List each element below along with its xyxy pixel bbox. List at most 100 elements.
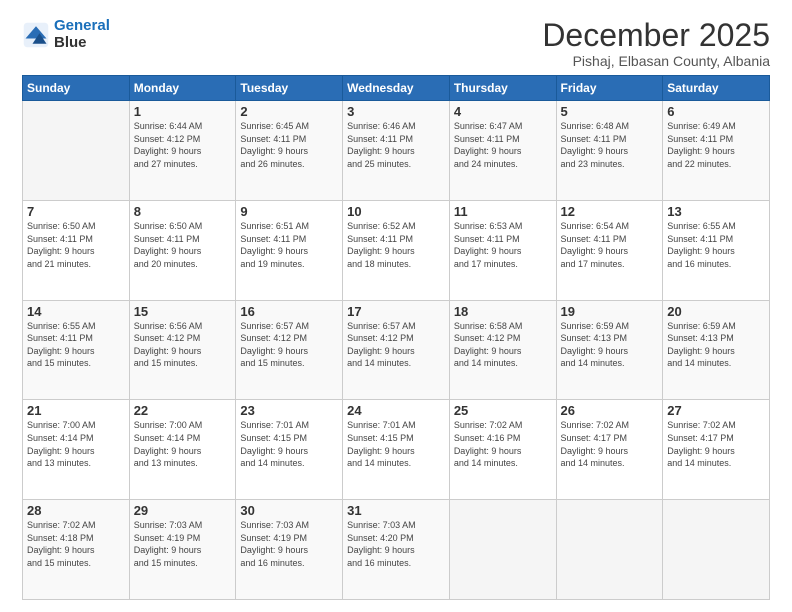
day-number: 24 bbox=[347, 403, 445, 418]
day-info: Sunrise: 6:46 AM Sunset: 4:11 PM Dayligh… bbox=[347, 120, 445, 170]
day-number: 5 bbox=[561, 104, 659, 119]
day-info: Sunrise: 6:59 AM Sunset: 4:13 PM Dayligh… bbox=[561, 320, 659, 370]
day-number: 12 bbox=[561, 204, 659, 219]
weekday-header-cell: Wednesday bbox=[343, 76, 450, 101]
day-number: 17 bbox=[347, 304, 445, 319]
day-info: Sunrise: 6:58 AM Sunset: 4:12 PM Dayligh… bbox=[454, 320, 552, 370]
day-number: 2 bbox=[240, 104, 338, 119]
day-info: Sunrise: 6:47 AM Sunset: 4:11 PM Dayligh… bbox=[454, 120, 552, 170]
weekday-header-cell: Saturday bbox=[663, 76, 770, 101]
calendar-cell: 11Sunrise: 6:53 AM Sunset: 4:11 PM Dayli… bbox=[449, 200, 556, 300]
calendar-cell bbox=[449, 500, 556, 600]
day-info: Sunrise: 6:55 AM Sunset: 4:11 PM Dayligh… bbox=[27, 320, 125, 370]
day-info: Sunrise: 6:51 AM Sunset: 4:11 PM Dayligh… bbox=[240, 220, 338, 270]
calendar-cell: 10Sunrise: 6:52 AM Sunset: 4:11 PM Dayli… bbox=[343, 200, 450, 300]
weekday-header-cell: Tuesday bbox=[236, 76, 343, 101]
day-number: 18 bbox=[454, 304, 552, 319]
day-number: 20 bbox=[667, 304, 765, 319]
logo: General Blue bbox=[22, 18, 110, 51]
calendar-cell: 2Sunrise: 6:45 AM Sunset: 4:11 PM Daylig… bbox=[236, 101, 343, 201]
calendar-cell: 7Sunrise: 6:50 AM Sunset: 4:11 PM Daylig… bbox=[23, 200, 130, 300]
day-info: Sunrise: 6:45 AM Sunset: 4:11 PM Dayligh… bbox=[240, 120, 338, 170]
day-number: 19 bbox=[561, 304, 659, 319]
day-number: 15 bbox=[134, 304, 232, 319]
day-number: 23 bbox=[240, 403, 338, 418]
day-info: Sunrise: 6:59 AM Sunset: 4:13 PM Dayligh… bbox=[667, 320, 765, 370]
weekday-header-row: SundayMondayTuesdayWednesdayThursdayFrid… bbox=[23, 76, 770, 101]
calendar-cell: 9Sunrise: 6:51 AM Sunset: 4:11 PM Daylig… bbox=[236, 200, 343, 300]
day-info: Sunrise: 6:57 AM Sunset: 4:12 PM Dayligh… bbox=[240, 320, 338, 370]
calendar-cell: 12Sunrise: 6:54 AM Sunset: 4:11 PM Dayli… bbox=[556, 200, 663, 300]
weekday-header-cell: Sunday bbox=[23, 76, 130, 101]
day-info: Sunrise: 6:52 AM Sunset: 4:11 PM Dayligh… bbox=[347, 220, 445, 270]
day-number: 3 bbox=[347, 104, 445, 119]
calendar-cell bbox=[556, 500, 663, 600]
calendar-week-row: 28Sunrise: 7:02 AM Sunset: 4:18 PM Dayli… bbox=[23, 500, 770, 600]
calendar-cell: 13Sunrise: 6:55 AM Sunset: 4:11 PM Dayli… bbox=[663, 200, 770, 300]
day-number: 6 bbox=[667, 104, 765, 119]
calendar-cell: 17Sunrise: 6:57 AM Sunset: 4:12 PM Dayli… bbox=[343, 300, 450, 400]
calendar-week-row: 7 Sunrise: 6:50 AM Sunset: 4:11 PM Daylig… bbox=[23, 200, 770, 300]
day-info: Sunrise: 7:02 AM Sunset: 4:16 PM Dayligh… bbox=[454, 419, 552, 469]
day-info: Sunrise: 6:44 AM Sunset: 4:12 PM Dayligh… bbox=[134, 120, 232, 170]
day-number: 29 bbox=[134, 503, 232, 518]
day-info: Sunrise: 7:03 AM Sunset: 4:19 PM Dayligh… bbox=[240, 519, 338, 569]
day-info: Sunrise: 6:57 AM Sunset: 4:12 PM Dayligh… bbox=[347, 320, 445, 370]
calendar-cell: 15Sunrise: 6:56 AM Sunset: 4:12 PM Dayli… bbox=[129, 300, 236, 400]
day-number: 21 bbox=[27, 403, 125, 418]
calendar-cell: 19Sunrise: 6:59 AM Sunset: 4:13 PM Dayli… bbox=[556, 300, 663, 400]
calendar-cell: 25Sunrise: 7:02 AM Sunset: 4:16 PM Dayli… bbox=[449, 400, 556, 500]
calendar-table: SundayMondayTuesdayWednesdayThursdayFrid… bbox=[22, 75, 770, 600]
calendar-cell: 8Sunrise: 6:50 AM Sunset: 4:11 PM Daylig… bbox=[129, 200, 236, 300]
subtitle: Pishaj, Elbasan County, Albania bbox=[542, 53, 770, 69]
calendar-week-row: 21Sunrise: 7:00 AM Sunset: 4:14 PM Dayli… bbox=[23, 400, 770, 500]
day-number: 16 bbox=[240, 304, 338, 319]
weekday-header-cell: Thursday bbox=[449, 76, 556, 101]
day-number: 8 bbox=[134, 204, 232, 219]
calendar-cell: 4Sunrise: 6:47 AM Sunset: 4:11 PM Daylig… bbox=[449, 101, 556, 201]
day-number: 11 bbox=[454, 204, 552, 219]
day-info: Sunrise: 7:00 AM Sunset: 4:14 PM Dayligh… bbox=[134, 419, 232, 469]
day-info: Sunrise: 6:48 AM Sunset: 4:11 PM Dayligh… bbox=[561, 120, 659, 170]
calendar-cell: 29Sunrise: 7:03 AM Sunset: 4:19 PM Dayli… bbox=[129, 500, 236, 600]
weekday-header-cell: Friday bbox=[556, 76, 663, 101]
day-number: 31 bbox=[347, 503, 445, 518]
day-number: 14 bbox=[27, 304, 125, 319]
day-number: 4 bbox=[454, 104, 552, 119]
day-info: Sunrise: 6:49 AM Sunset: 4:11 PM Dayligh… bbox=[667, 120, 765, 170]
calendar-cell: 23Sunrise: 7:01 AM Sunset: 4:15 PM Dayli… bbox=[236, 400, 343, 500]
title-block: December 2025 Pishaj, Elbasan County, Al… bbox=[542, 18, 770, 69]
calendar-cell: 28Sunrise: 7:02 AM Sunset: 4:18 PM Dayli… bbox=[23, 500, 130, 600]
calendar-cell: 30Sunrise: 7:03 AM Sunset: 4:19 PM Dayli… bbox=[236, 500, 343, 600]
day-info: Sunrise: 7:00 AM Sunset: 4:14 PM Dayligh… bbox=[27, 419, 125, 469]
logo-icon bbox=[22, 21, 50, 49]
day-info: Sunrise: 7:01 AM Sunset: 4:15 PM Dayligh… bbox=[347, 419, 445, 469]
day-info: Sunrise: 6:55 AM Sunset: 4:11 PM Dayligh… bbox=[667, 220, 765, 270]
day-info: Sunrise: 6:54 AM Sunset: 4:11 PM Dayligh… bbox=[561, 220, 659, 270]
calendar-cell: 1Sunrise: 6:44 AM Sunset: 4:12 PM Daylig… bbox=[129, 101, 236, 201]
day-info: Sunrise: 6:50 AM Sunset: 4:11 PM Dayligh… bbox=[134, 220, 232, 270]
day-number: 30 bbox=[240, 503, 338, 518]
logo-text: General Blue bbox=[54, 18, 110, 51]
calendar-cell: 14Sunrise: 6:55 AM Sunset: 4:11 PM Dayli… bbox=[23, 300, 130, 400]
calendar-cell: 27Sunrise: 7:02 AM Sunset: 4:17 PM Dayli… bbox=[663, 400, 770, 500]
day-number: 7 bbox=[27, 204, 125, 219]
calendar-cell: 22Sunrise: 7:00 AM Sunset: 4:14 PM Dayli… bbox=[129, 400, 236, 500]
calendar-cell: 24Sunrise: 7:01 AM Sunset: 4:15 PM Dayli… bbox=[343, 400, 450, 500]
calendar-week-row: 1Sunrise: 6:44 AM Sunset: 4:12 PM Daylig… bbox=[23, 101, 770, 201]
day-info: Sunrise: 7:03 AM Sunset: 4:20 PM Dayligh… bbox=[347, 519, 445, 569]
calendar-cell: 5Sunrise: 6:48 AM Sunset: 4:11 PM Daylig… bbox=[556, 101, 663, 201]
day-info: Sunrise: 7:01 AM Sunset: 4:15 PM Dayligh… bbox=[240, 419, 338, 469]
header: General Blue December 2025 Pishaj, Elbas… bbox=[22, 18, 770, 69]
calendar-cell bbox=[23, 101, 130, 201]
day-number: 27 bbox=[667, 403, 765, 418]
day-number: 26 bbox=[561, 403, 659, 418]
day-number: 9 bbox=[240, 204, 338, 219]
main-title: December 2025 bbox=[542, 18, 770, 53]
day-number: 13 bbox=[667, 204, 765, 219]
day-number: 28 bbox=[27, 503, 125, 518]
day-info: Sunrise: 6:53 AM Sunset: 4:11 PM Dayligh… bbox=[454, 220, 552, 270]
day-number: 25 bbox=[454, 403, 552, 418]
weekday-header-cell: Monday bbox=[129, 76, 236, 101]
day-info: Sunrise: 7:02 AM Sunset: 4:17 PM Dayligh… bbox=[667, 419, 765, 469]
